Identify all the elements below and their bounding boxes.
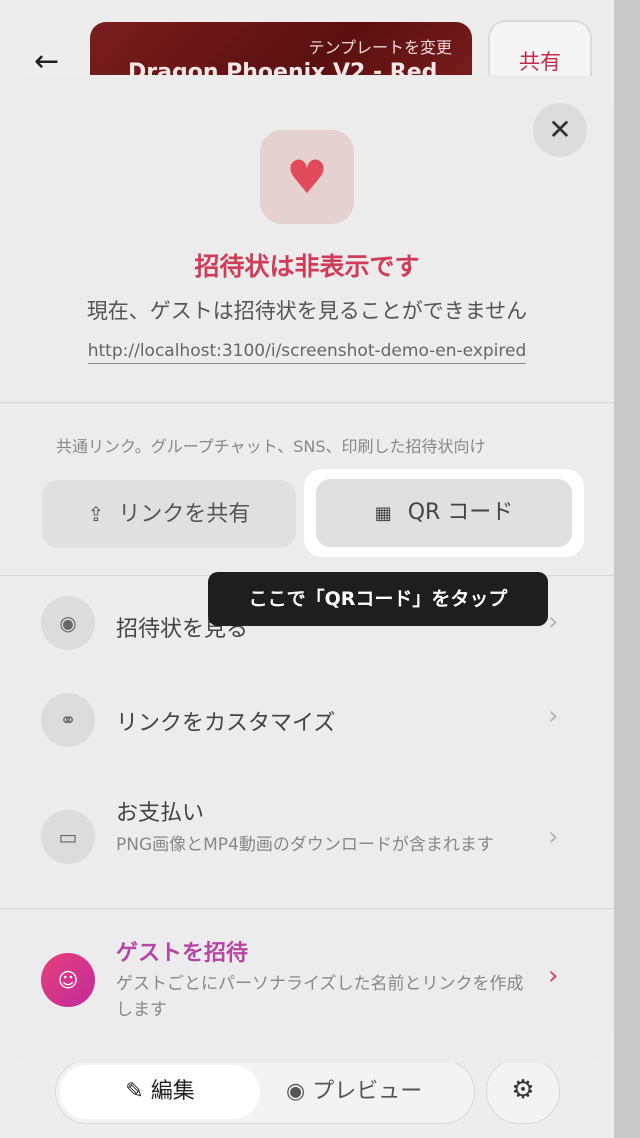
qr-code-button[interactable]: ▦ QR コード <box>316 479 572 547</box>
pencil-icon: ✎ <box>125 1079 151 1104</box>
qr-highlight: ▦ QR コード <box>304 469 584 557</box>
share-caption: 共通リンク。グループチャット、SNS、印刷した招待状向け <box>56 437 486 456</box>
card-icon: ▭ <box>41 810 95 864</box>
settings-button[interactable]: ⚙ <box>486 1058 560 1124</box>
invitation-url[interactable]: http://localhost:3100/i/screenshot-demo-… <box>0 341 614 364</box>
chevron-right-icon: › <box>548 822 559 852</box>
chevron-right-icon: › <box>548 701 559 731</box>
row-label: お支払い <box>116 801 205 826</box>
divider <box>0 908 614 909</box>
scrollbar[interactable] <box>614 0 640 1138</box>
eye-icon: ◉ <box>41 596 95 650</box>
status-title: 招待状は非表示です <box>194 252 420 281</box>
heart-icon: ♥ <box>260 130 354 224</box>
row-label: ゲストを招待 <box>116 941 249 966</box>
status-description: 現在、ゲストは招待状を見ることができません <box>86 299 528 323</box>
edit-label: 編集 <box>150 1079 195 1104</box>
row-sub: ゲストごとにパーソナライズした名前とリンクを作成します <box>116 974 524 1020</box>
preview-label: プレビュー <box>312 1079 423 1104</box>
row-sub: PNG画像とMP4動画のダウンロードが含まれます <box>116 835 494 855</box>
users-icon: ☺ <box>41 953 95 1007</box>
row-payment[interactable]: ▭ お支払い PNG画像とMP4動画のダウンロードが含まれます › <box>0 780 614 900</box>
divider <box>0 402 614 403</box>
share-upload-icon: ⇪ <box>87 502 105 526</box>
share-modal: ✕ ♥ 招待状は非表示です 現在、ゲストは招待状を見ることができません http… <box>0 75 614 1063</box>
edit-button[interactable]: ✎ 編集 <box>60 1065 260 1119</box>
chevron-right-icon: › <box>548 961 559 991</box>
qr-code-label: QR コード <box>407 500 514 525</box>
preview-button[interactable]: ◉ プレビュー <box>286 1061 422 1123</box>
share-link-label: リンクを共有 <box>118 502 251 527</box>
row-customize-link[interactable]: ⚭ リンクをカスタマイズ › <box>0 675 614 765</box>
eye-icon: ◉ <box>286 1079 313 1104</box>
tooltip: ここで「QRコード」をタップ <box>208 572 548 626</box>
share-link-button[interactable]: ⇪ リンクを共有 <box>42 480 296 548</box>
gear-icon: ⚙ <box>511 1075 535 1105</box>
qr-icon: ▦ <box>374 503 392 524</box>
bottom-toolbar: ✎ 編集 ◉ プレビュー <box>55 1060 475 1124</box>
change-template-hint: テンプレートを変更 <box>308 38 452 57</box>
row-label: リンクをカスタマイズ <box>116 711 336 736</box>
row-invite-guests[interactable]: ☺ ゲストを招待 ゲストごとにパーソナライズした名前とリンクを作成します › <box>0 915 614 1045</box>
close-icon[interactable]: ✕ <box>533 103 587 157</box>
chevron-right-icon: › <box>548 607 559 637</box>
invitation-url-text[interactable]: http://localhost:3100/i/screenshot-demo-… <box>87 341 527 364</box>
link-icon: ⚭ <box>41 693 95 747</box>
